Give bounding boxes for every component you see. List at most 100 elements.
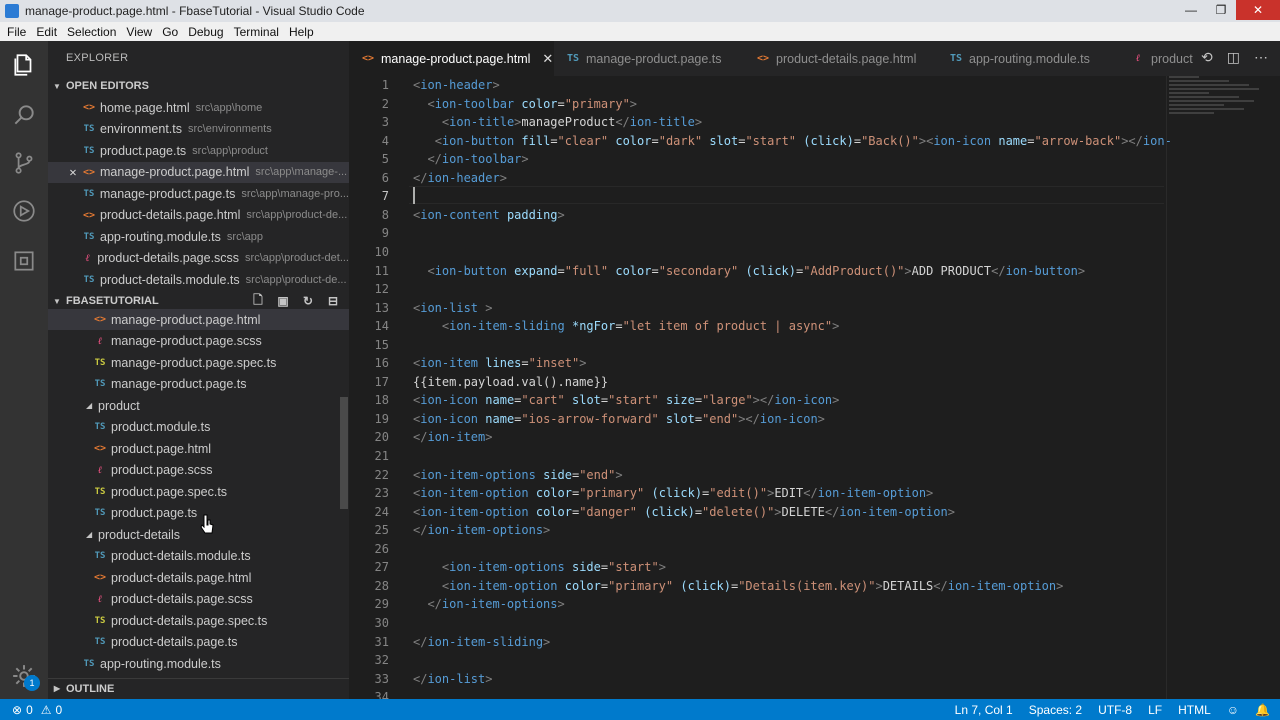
- project-header[interactable]: ▼ FBASETUTORIAL 🗋 ▣ ↻ ⊟: [48, 291, 349, 311]
- code-line[interactable]: <ion-list >: [413, 299, 493, 318]
- problems-indicator[interactable]: ⊗ 0 ⚠ 0: [0, 703, 62, 717]
- code-line[interactable]: <ion-toolbar color="primary">: [413, 95, 637, 114]
- encoding[interactable]: UTF-8: [1098, 703, 1132, 717]
- editor-tab[interactable]: <> manage-product.page.html ✕: [349, 41, 554, 76]
- code-editor[interactable]: 1 2 3 4 5 6 7 8 9 10 11 12 13 14 15 16 17 18 19 20 21 22 23 24 2…: [349, 76, 1280, 699]
- sidebar-scrollbar[interactable]: [340, 397, 348, 509]
- files-icon[interactable]: [0, 41, 48, 89]
- maximize-button[interactable]: ❐: [1206, 0, 1236, 20]
- code-line[interactable]: <ion-button expand="full" color="seconda…: [413, 262, 1085, 281]
- new-folder-icon[interactable]: ▣: [275, 293, 291, 309]
- close-icon[interactable]: ✕: [542, 51, 553, 67]
- editor-tab[interactable]: ℓ product: [1119, 41, 1199, 76]
- outline-header[interactable]: ▶ OUTLINE: [48, 678, 349, 698]
- open-editor-item[interactable]: <> product-details.page.html src\app\produ…: [48, 205, 349, 226]
- line-number: 2: [381, 96, 389, 111]
- tree-file[interactable]: TS product-details.module.ts: [48, 546, 349, 567]
- editor-tab[interactable]: TS manage-product.page.ts: [554, 41, 744, 76]
- code-line[interactable]: <ion-icon name="ios-arrow-forward" slot=…: [413, 410, 825, 429]
- tree-folder[interactable]: ◢ product-details: [48, 524, 349, 545]
- tree-file[interactable]: TS manage-product.page.ts: [48, 374, 349, 395]
- tree-file[interactable]: TS product.page.spec.ts: [48, 481, 349, 502]
- tree-file[interactable]: TS product.page.ts: [48, 503, 349, 524]
- menu-debug[interactable]: Debug: [183, 25, 228, 39]
- code-line[interactable]: <ion-button fill="clear" color="dark" sl…: [413, 132, 1172, 151]
- feedback-icon[interactable]: ☺: [1227, 703, 1239, 717]
- collapse-all-icon[interactable]: ⊟: [325, 293, 341, 309]
- code-line[interactable]: <ion-item-option color="danger" (click)=…: [413, 503, 955, 522]
- code-line[interactable]: </ion-item-options>: [413, 521, 550, 540]
- tree-file[interactable]: <> product.page.html: [48, 438, 349, 459]
- menu-go[interactable]: Go: [157, 25, 183, 39]
- debug-icon[interactable]: [0, 187, 48, 235]
- menu-help[interactable]: Help: [284, 25, 319, 39]
- menu-edit[interactable]: Edit: [31, 25, 62, 39]
- indentation[interactable]: Spaces: 2: [1029, 703, 1082, 717]
- tree-file[interactable]: ℓ product-details.page.scss: [48, 589, 349, 610]
- menu-terminal[interactable]: Terminal: [229, 25, 284, 39]
- code-line[interactable]: <ion-item-option color="primary" (click)…: [413, 484, 933, 503]
- end-of-line[interactable]: LF: [1148, 703, 1162, 717]
- tree-file[interactable]: TS app-routing.module.ts: [48, 653, 349, 674]
- vscode-logo-icon: [5, 4, 19, 18]
- code-line[interactable]: <ion-item-sliding *ngFor="let item of pr…: [413, 317, 839, 336]
- open-editors-header[interactable]: ▼ OPEN EDITORS: [48, 76, 349, 96]
- code-token: name: [998, 133, 1028, 148]
- open-editor-item[interactable]: TS app-routing.module.ts src\app: [48, 226, 349, 247]
- split-editor-icon[interactable]: ◫: [1227, 49, 1240, 66]
- source-control-icon[interactable]: [0, 139, 48, 187]
- open-editor-item[interactable]: ℓ product-details.page.scss src\app\produc…: [48, 248, 350, 269]
- more-actions-icon[interactable]: ⋯: [1254, 49, 1268, 66]
- minimap[interactable]: [1169, 76, 1269, 136]
- extensions-icon[interactable]: [0, 237, 48, 285]
- tree-file[interactable]: TS product-details.page.ts: [48, 632, 349, 653]
- close-window-button[interactable]: ✕: [1236, 0, 1280, 20]
- code-line[interactable]: <ion-item-option color="primary" (click)…: [413, 577, 1063, 596]
- notifications-bell-icon[interactable]: 🔔: [1255, 703, 1270, 717]
- menu-file[interactable]: File: [2, 25, 31, 39]
- refresh-icon[interactable]: ↻: [300, 293, 316, 309]
- editor-tab[interactable]: <> product-details.page.html: [744, 41, 937, 76]
- open-editor-item[interactable]: TS manage-product.page.ts src\app\manage-p…: [48, 183, 350, 204]
- open-editor-item[interactable]: ✕ <> manage-product.page.html src\app\manag…: [48, 161, 349, 183]
- editor-tab[interactable]: TS app-routing.module.ts: [937, 41, 1119, 76]
- minimize-button[interactable]: —: [1176, 0, 1206, 20]
- tree-file[interactable]: <> product-details.page.html: [48, 567, 349, 588]
- code-line[interactable]: </ion-header>: [413, 169, 507, 188]
- code-line[interactable]: </ion-item>: [413, 428, 492, 447]
- code-line[interactable]: </ion-list>: [413, 670, 492, 689]
- code-line[interactable]: <ion-icon name="cart" slot="start" size=…: [413, 391, 839, 410]
- search-icon[interactable]: [0, 91, 48, 139]
- cursor-position[interactable]: Ln 7, Col 1: [955, 703, 1013, 717]
- tree-file[interactable]: <> manage-product.page.html: [48, 309, 349, 330]
- menu-selection[interactable]: Selection: [62, 25, 121, 39]
- tree-file[interactable]: TS manage-product.page.spec.ts: [48, 352, 349, 373]
- code-line[interactable]: </ion-item-options>: [413, 595, 564, 614]
- tree-folder[interactable]: ◢ product: [48, 395, 349, 416]
- open-editor-item[interactable]: TS product-details.module.ts src\app\produ…: [48, 269, 349, 290]
- new-file-icon[interactable]: 🗋: [250, 293, 266, 309]
- code-line[interactable]: <ion-content padding>: [413, 206, 565, 225]
- code-line[interactable]: <ion-item-options side="start">: [413, 558, 666, 577]
- code-line[interactable]: </ion-item-sliding>: [413, 633, 550, 652]
- code-line[interactable]: <ion-title>manageProduct</ion-title>: [413, 113, 702, 132]
- file-path: src\app\product-de...: [245, 273, 347, 286]
- menu-view[interactable]: View: [121, 25, 157, 39]
- language-mode[interactable]: HTML: [1178, 703, 1211, 717]
- current-line-highlight: [409, 186, 1164, 204]
- open-changes-icon[interactable]: ⟲: [1201, 49, 1213, 66]
- tree-file[interactable]: ℓ product.page.scss: [48, 460, 349, 481]
- code-line[interactable]: <ion-item-options side="end">: [413, 466, 623, 485]
- tree-file[interactable]: TS product.module.ts: [48, 417, 349, 438]
- close-icon[interactable]: ✕: [66, 165, 80, 179]
- open-editor-item[interactable]: <> home.page.html src\app\home: [48, 97, 349, 118]
- code-line[interactable]: <ion-header>: [413, 76, 500, 95]
- code-line[interactable]: </ion-toolbar>: [413, 150, 528, 169]
- code-line[interactable]: {{item.payload.val().name}}: [413, 373, 608, 392]
- open-editor-item[interactable]: TS product.page.ts src\app\product: [48, 140, 349, 161]
- tree-file[interactable]: TS product-details.page.spec.ts: [48, 610, 349, 631]
- code-line[interactable]: <ion-item lines="inset">: [413, 354, 586, 373]
- open-editor-item[interactable]: TS environment.ts src\environments: [48, 119, 349, 140]
- tree-file[interactable]: ℓ manage-product.page.scss: [48, 331, 349, 352]
- code-token: DELETE: [781, 504, 825, 519]
